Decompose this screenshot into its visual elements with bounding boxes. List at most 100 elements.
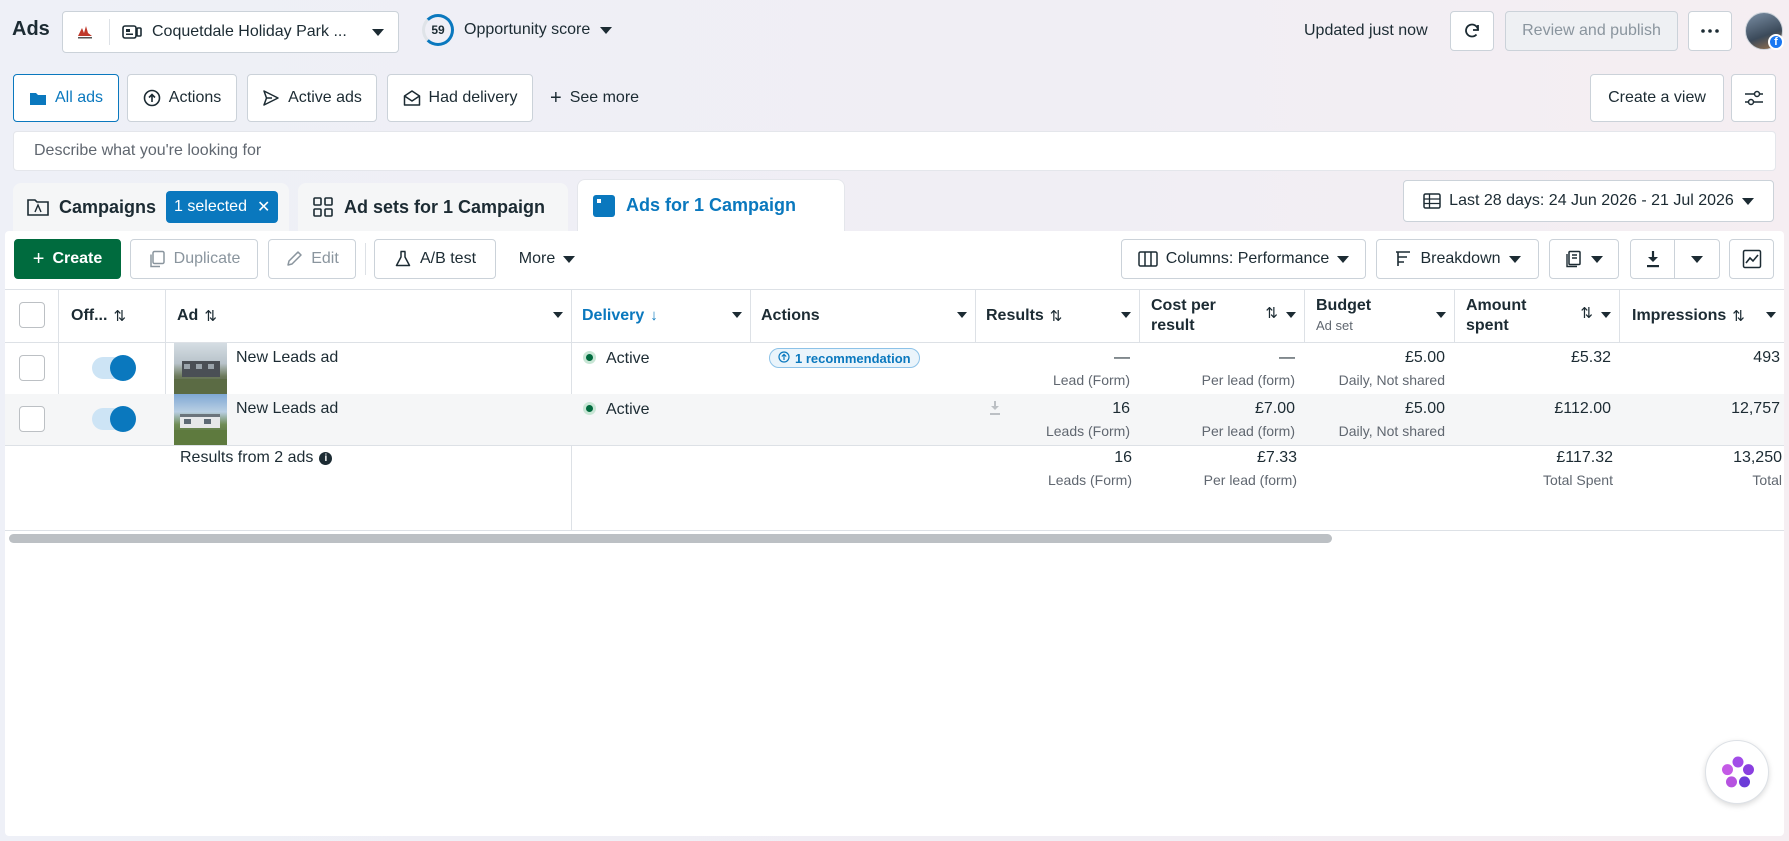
header-results-label: Results	[986, 306, 1044, 324]
column-menu-icon[interactable]	[957, 312, 967, 318]
ad-toggle[interactable]	[92, 355, 136, 381]
breakdown-button-label: Breakdown	[1420, 250, 1501, 267]
ab-test-button[interactable]: A/B test	[374, 239, 496, 279]
edit-button-label: Edit	[311, 250, 339, 267]
plus-icon: +	[32, 247, 45, 270]
export-options-button[interactable]	[1674, 239, 1720, 279]
selected-chip[interactable]: 1 selected ✕	[166, 191, 279, 223]
column-menu-icon[interactable]	[553, 312, 563, 318]
ab-test-button-label: A/B test	[419, 250, 477, 267]
header-off-on[interactable]: Off... ⇅	[71, 289, 165, 342]
view-had-delivery[interactable]: Had delivery	[387, 74, 533, 122]
tab-ads[interactable]: Ads for 1 Campaign	[577, 179, 845, 231]
arrow-up-circle-icon	[778, 350, 790, 366]
row-checkbox[interactable]	[19, 406, 45, 432]
horizontal-scrollbar-thumb[interactable]	[9, 534, 1332, 543]
column-menu-icon[interactable]	[732, 312, 742, 318]
view-settings-button[interactable]	[1731, 74, 1776, 122]
review-and-publish-button[interactable]: Review and publish	[1505, 11, 1678, 51]
budget-value[interactable]: £5.00	[1305, 400, 1445, 418]
account-selector[interactable]: Coquetdale Holiday Park ...	[62, 11, 399, 53]
column-menu-icon[interactable]	[1121, 312, 1131, 318]
duplicate-button[interactable]: Duplicate	[130, 239, 258, 279]
campaign-folder-icon	[27, 197, 49, 217]
header-budget[interactable]: Budget Ad set	[1316, 289, 1454, 342]
view-all-ads[interactable]: All ads	[13, 74, 119, 122]
edit-button[interactable]: Edit	[268, 239, 356, 279]
recommendation-badge[interactable]: 1 recommendation	[769, 348, 920, 368]
close-icon[interactable]: ✕	[257, 197, 270, 217]
more-button-label: More	[518, 250, 556, 267]
column-menu-icon[interactable]	[1436, 312, 1446, 318]
view-actions[interactable]: Actions	[127, 74, 237, 122]
budget-value[interactable]: £5.00	[1305, 349, 1445, 367]
header-results[interactable]: Results ⇅	[986, 289, 1139, 342]
header-delivery[interactable]: Delivery ↓	[582, 289, 750, 342]
table-row[interactable]: New Leads ad Active 16 Leads (Form) £7.0…	[5, 394, 1784, 445]
header-actions[interactable]: Actions	[761, 289, 975, 342]
columns-button[interactable]: Columns: Performance	[1121, 239, 1366, 279]
create-button[interactable]: + Create	[14, 239, 121, 279]
selected-chip-label: 1 selected	[174, 198, 247, 215]
view-active-ads[interactable]: Active ads	[247, 74, 377, 122]
view-all-ads-label: All ads	[54, 89, 104, 106]
column-divider	[1454, 289, 1455, 342]
impressions-value: 493	[1753, 349, 1780, 366]
breakdown-icon	[1394, 250, 1412, 268]
results-type: Leads (Form)	[1045, 423, 1130, 439]
opportunity-score[interactable]: 59 Opportunity score	[422, 14, 613, 46]
header-cost-per-result[interactable]: Cost per result ⇅	[1151, 289, 1304, 342]
tab-campaigns[interactable]: Campaigns 1 selected ✕	[13, 183, 289, 231]
ad-name[interactable]: New Leads ad	[236, 400, 338, 418]
refresh-button[interactable]	[1450, 11, 1494, 51]
column-divider	[750, 289, 751, 342]
account-logo-icon	[75, 22, 95, 42]
duplicate-button-label: Duplicate	[173, 250, 241, 267]
more-options-button[interactable]	[1688, 11, 1732, 51]
create-view-button[interactable]: Create a view	[1590, 74, 1724, 122]
totals-label: Results from 2 ads i	[180, 449, 333, 467]
reports-button[interactable]	[1549, 239, 1619, 279]
chevron-down-icon	[1691, 255, 1703, 263]
table-row[interactable]: New Leads ad Active 1 recommendation — L…	[5, 343, 1784, 394]
plus-icon: +	[550, 86, 562, 109]
sort-icon[interactable]: ⇅	[1050, 307, 1063, 325]
calendar-table-icon	[1423, 192, 1441, 210]
see-more-button[interactable]: + See more	[550, 74, 639, 122]
totals-label-text: Results from 2 ads	[180, 449, 314, 466]
sort-icon[interactable]: ⇅	[113, 307, 126, 325]
column-menu-icon[interactable]	[1766, 312, 1776, 318]
chevron-down-icon	[1591, 255, 1603, 263]
sort-descending-icon[interactable]: ↓	[650, 307, 658, 324]
cost-per-result-value: £7.00	[1254, 400, 1295, 417]
breakdown-button[interactable]: Breakdown	[1376, 239, 1539, 279]
column-menu-icon[interactable]	[1286, 312, 1296, 318]
row-checkbox[interactable]	[19, 355, 45, 381]
header-impressions[interactable]: Impressions ⇅	[1632, 289, 1784, 342]
date-range-picker[interactable]: Last 28 days: 24 Jun 2026 - 21 Jul 2026	[1403, 180, 1774, 222]
info-icon[interactable]: i	[319, 451, 333, 465]
header-amount-spent-label: Amount spent	[1466, 296, 1526, 336]
sliders-icon	[1744, 89, 1764, 107]
more-actions-button[interactable]: More	[508, 239, 586, 279]
chevron-down-icon	[600, 26, 613, 34]
sort-icon[interactable]: ⇅	[1265, 304, 1278, 324]
ad-thumbnail[interactable]	[174, 343, 227, 394]
sort-icon[interactable]: ⇅	[1580, 304, 1593, 324]
ai-assistant-button[interactable]	[1705, 740, 1769, 804]
opportunity-score-ring: 59	[422, 14, 454, 46]
export-button[interactable]	[1630, 239, 1675, 279]
select-all-checkbox[interactable]	[19, 302, 45, 328]
tab-ad-sets-label: Ad sets for 1 Campaign	[344, 196, 546, 217]
ad-thumbnail[interactable]	[174, 394, 227, 445]
column-menu-icon[interactable]	[1601, 312, 1611, 318]
ad-toggle[interactable]	[92, 406, 136, 432]
sort-icon[interactable]: ⇅	[204, 307, 217, 325]
sort-icon[interactable]: ⇅	[1732, 307, 1745, 325]
header-amount-spent[interactable]: Amount spent ⇅	[1466, 289, 1619, 342]
ad-name[interactable]: New Leads ad	[236, 349, 338, 367]
tab-ad-sets[interactable]: Ad sets for 1 Campaign	[298, 183, 568, 231]
header-ad[interactable]: Ad ⇅	[177, 289, 571, 342]
search-input[interactable]	[13, 131, 1776, 171]
charts-button[interactable]	[1729, 239, 1774, 279]
